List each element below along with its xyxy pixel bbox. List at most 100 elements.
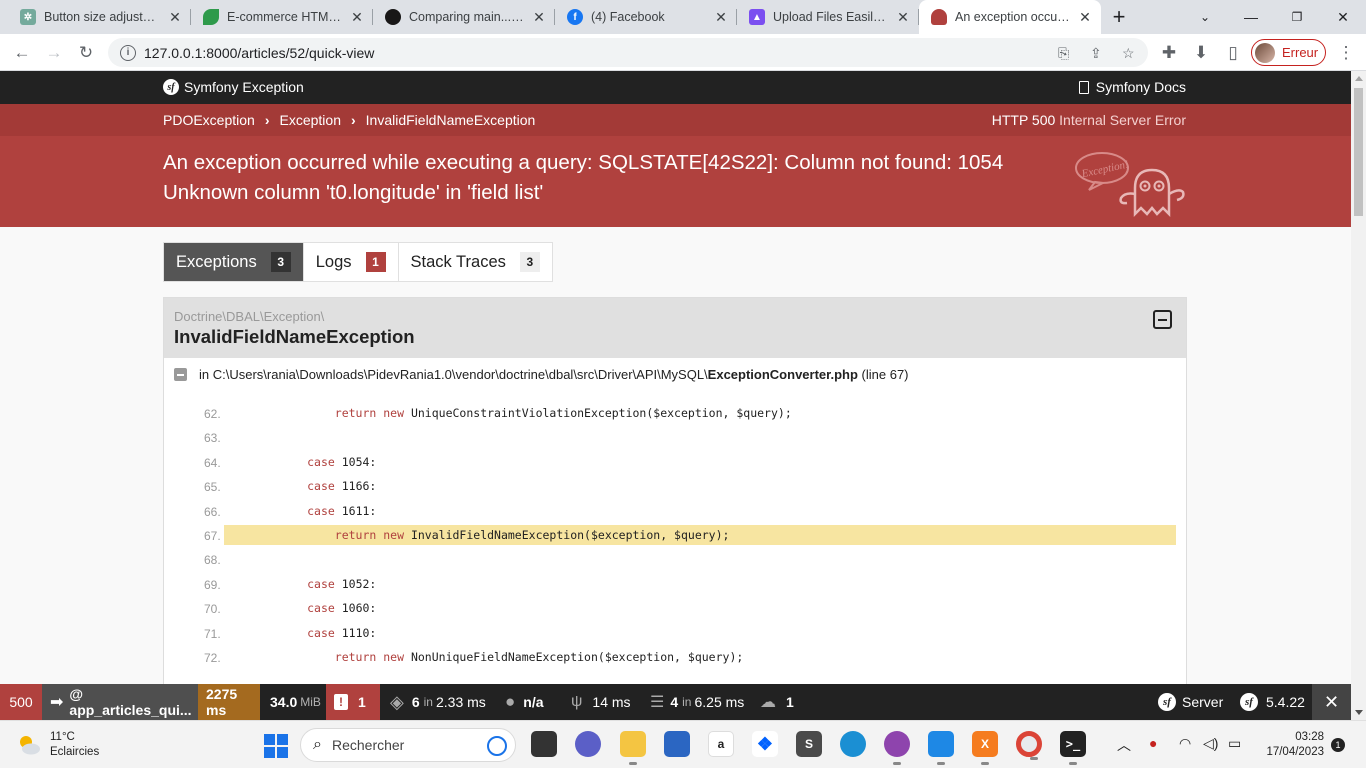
back-button[interactable]: ←: [8, 39, 36, 67]
tab-search-icon[interactable]: ⌄: [1182, 0, 1228, 34]
microsoft-store-icon[interactable]: [664, 731, 690, 757]
new-tab-button[interactable]: +: [1096, 0, 1142, 34]
tab-stack-traces[interactable]: Stack Traces 3: [399, 243, 552, 281]
docs-label[interactable]: Symfony Docs: [1096, 79, 1186, 95]
site-info-icon[interactable]: i: [120, 44, 136, 61]
db-time: 6.25 ms: [694, 694, 745, 710]
collapse-toggle-icon[interactable]: [1153, 310, 1172, 329]
browser-tab-active[interactable]: An exception occurred ✕: [919, 0, 1101, 34]
chrome-icon[interactable]: [1016, 731, 1042, 760]
cache-time: 2.33 ms: [435, 694, 486, 710]
memory-unit: MiB: [300, 695, 321, 709]
weather-description: Eclaircies: [50, 746, 100, 758]
trace-file-row[interactable]: in C:\Users\rania\Downloads\PidevRania1.…: [174, 367, 909, 382]
version-item[interactable]: sf 5.4.22: [1232, 684, 1313, 720]
close-tab-icon[interactable]: ✕: [1077, 9, 1093, 25]
user-item[interactable]: ● n/a: [497, 684, 552, 720]
close-tab-icon[interactable]: ✕: [167, 9, 183, 25]
status-code: 500: [9, 694, 33, 710]
weather-temperature: 11°C: [50, 731, 75, 743]
close-tab-icon[interactable]: ✕: [531, 9, 547, 25]
cache-item[interactable]: ◈ 6 in 2.33 ms: [382, 684, 494, 720]
status-code: HTTP 500: [991, 112, 1056, 128]
close-toolbar-button[interactable]: ✕: [1312, 684, 1351, 720]
errors-item[interactable]: ! 1: [326, 684, 380, 720]
xampp-icon[interactable]: X: [972, 731, 998, 765]
download-icon[interactable]: ⬇: [1187, 39, 1215, 67]
url-text[interactable]: 127.0.0.1:8000/articles/52/quick-view: [144, 45, 374, 61]
breadcrumb-item[interactable]: InvalidFieldNameException: [366, 112, 536, 128]
clock-time: 03:28: [1295, 731, 1324, 743]
browser-tab[interactable]: E-commerce HTML5 C ✕: [191, 0, 373, 34]
weather-widget[interactable]: 11°C Eclaircies: [16, 730, 99, 760]
start-button[interactable]: [264, 734, 288, 758]
address-bar[interactable]: i 127.0.0.1:8000/articles/52/quick-view …: [108, 38, 1148, 67]
browser-tab[interactable]: ▲ Upload Files Easily | Fa ✕: [737, 0, 919, 34]
code-line: 64. case 1054:: [164, 450, 1186, 474]
battery-icon[interactable]: ▭: [1228, 735, 1241, 752]
twig-item[interactable]: ψ 14 ms: [563, 684, 639, 720]
code-line-highlighted: 67. return new InvalidFieldNameException…: [164, 523, 1186, 547]
scrollbar-thumb[interactable]: [1354, 88, 1363, 216]
amazon-icon[interactable]: a: [708, 731, 734, 757]
close-tab-icon[interactable]: ✕: [895, 9, 911, 25]
chevron-up-icon[interactable]: ︿: [1117, 735, 1131, 755]
bookmark-star-icon[interactable]: ☆: [1122, 45, 1135, 62]
collapse-icon[interactable]: [174, 368, 187, 381]
wifi-icon[interactable]: ◠: [1179, 735, 1191, 752]
status-code-item[interactable]: 500: [0, 684, 42, 720]
antivirus-icon[interactable]: ●: [1149, 735, 1157, 751]
forward-button[interactable]: →: [40, 39, 68, 67]
menu-icon[interactable]: ⋮: [1332, 39, 1360, 67]
terminal-icon[interactable]: >_: [1060, 731, 1086, 765]
clock[interactable]: 03:28 17/04/2023: [1254, 730, 1324, 760]
notification-badge[interactable]: 1: [1331, 738, 1345, 752]
side-panel-icon[interactable]: ▯: [1219, 39, 1247, 67]
volume-icon[interactable]: ◁): [1203, 735, 1218, 752]
vscode-icon[interactable]: [928, 731, 954, 765]
close-window-button[interactable]: ✕: [1320, 0, 1366, 34]
tab-logs[interactable]: Logs 1: [304, 243, 399, 281]
server-label: Server: [1182, 694, 1224, 710]
teams-chat-icon[interactable]: [575, 731, 601, 757]
close-tab-icon[interactable]: ✕: [349, 9, 365, 25]
scroll-down-arrow-icon[interactable]: [1355, 710, 1363, 715]
profile-button[interactable]: Erreur: [1251, 39, 1326, 66]
http-client-item[interactable]: ☁ 1: [752, 684, 802, 720]
route-item[interactable]: ➡ @ app_articles_qui...: [42, 684, 198, 720]
browser-tab[interactable]: f (4) Facebook ✕: [555, 0, 737, 34]
browser-tab[interactable]: Comparing main...Gall ✕: [373, 0, 555, 34]
opera-icon[interactable]: [884, 731, 910, 765]
maximize-button[interactable]: ❐: [1274, 0, 1320, 34]
reload-button[interactable]: ↻: [72, 39, 100, 67]
minimize-button[interactable]: —: [1228, 0, 1274, 34]
extensions-icon[interactable]: ✚: [1155, 39, 1183, 67]
taskbar-search[interactable]: ⌕ Rechercher: [300, 728, 516, 762]
close-icon[interactable]: ✕: [1324, 692, 1339, 713]
page-scrollbar[interactable]: [1351, 71, 1366, 720]
code-keyword: case: [307, 625, 335, 640]
browser-tab[interactable]: ✲ Button size adjustmen ✕: [8, 0, 191, 34]
edge-icon[interactable]: [840, 731, 866, 757]
share-icon[interactable]: ⇪: [1090, 45, 1102, 62]
breadcrumb-item[interactable]: Exception: [280, 112, 341, 128]
database-item[interactable]: ☰ 4 in 6.25 ms: [642, 684, 752, 720]
tab-label: Stack Traces: [410, 252, 506, 271]
breadcrumb-item[interactable]: PDOException: [163, 112, 255, 128]
bing-icon[interactable]: [487, 736, 507, 756]
code-keyword: case: [307, 576, 335, 591]
close-tab-icon[interactable]: ✕: [713, 9, 729, 25]
scroll-up-arrow-icon[interactable]: [1355, 76, 1363, 81]
time-item[interactable]: 2275 ms: [198, 684, 260, 720]
memory-item[interactable]: 34.0 MiB: [262, 684, 329, 720]
error-icon: !: [334, 694, 348, 710]
task-view-icon[interactable]: [531, 731, 557, 757]
file-explorer-icon[interactable]: [620, 731, 646, 765]
translate-icon[interactable]: ⎘: [1058, 45, 1069, 62]
symfony-docs-link[interactable]: Symfony Docs: [1078, 79, 1186, 95]
dropbox-icon[interactable]: ❖: [752, 731, 778, 757]
server-item[interactable]: sf Server: [1150, 684, 1231, 720]
sublime-icon[interactable]: S: [796, 731, 822, 757]
tab-exceptions[interactable]: Exceptions 3: [164, 243, 304, 281]
